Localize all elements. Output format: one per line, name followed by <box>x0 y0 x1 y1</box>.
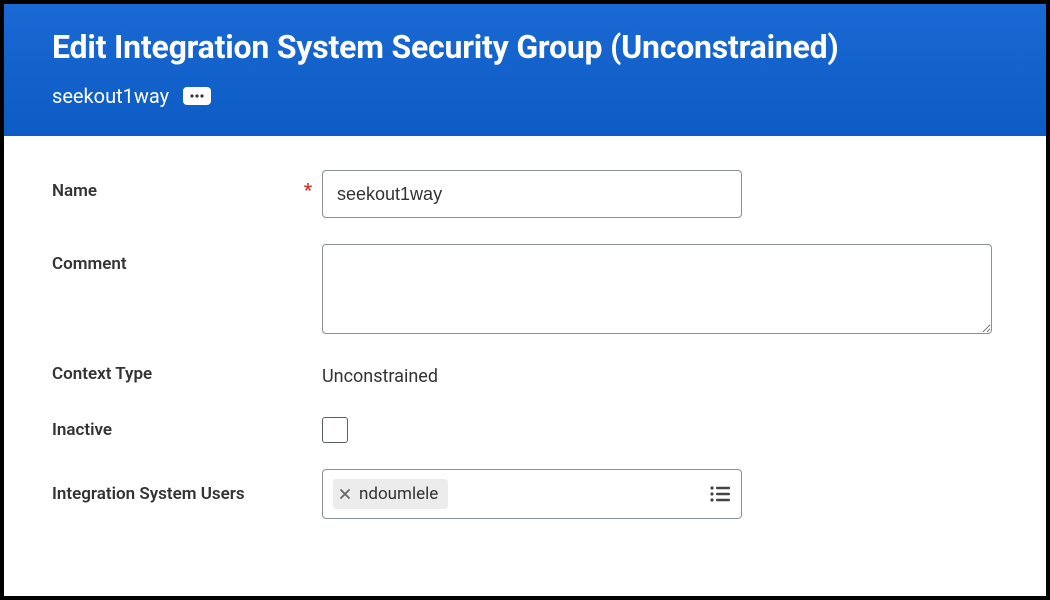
row-context-type: Context Type Unconstrained <box>52 364 998 387</box>
name-input[interactable] <box>322 170 742 218</box>
field-isu: ndoumlele <box>322 469 742 519</box>
page-header: Edit Integration System Security Group (… <box>4 4 1046 136</box>
isu-chip: ndoumlele <box>333 479 448 509</box>
context-type-label-text: Context Type <box>52 364 152 384</box>
chip-remove-button[interactable] <box>339 488 351 500</box>
row-name: Name * <box>52 170 998 218</box>
inactive-label-text: Inactive <box>52 420 112 440</box>
isu-multiselect[interactable]: ndoumlele <box>322 469 742 519</box>
field-inactive <box>322 417 348 443</box>
isu-chip-text: ndoumlele <box>359 484 438 504</box>
related-actions-button[interactable] <box>183 87 211 105</box>
prompt-list-button[interactable] <box>709 485 731 503</box>
list-icon <box>709 485 731 503</box>
label-isu: Integration System Users <box>52 484 322 504</box>
label-comment: Comment <box>52 244 322 274</box>
required-indicator-icon: * <box>304 180 312 201</box>
name-label-text: Name <box>52 181 97 201</box>
context-type-value: Unconstrained <box>322 364 438 387</box>
edit-security-group-window: Edit Integration System Security Group (… <box>4 4 1046 596</box>
isu-label-text: Integration System Users <box>52 484 245 504</box>
label-name: Name * <box>52 170 322 201</box>
inactive-checkbox[interactable] <box>322 417 348 443</box>
comment-label-text: Comment <box>52 254 127 274</box>
comment-textarea[interactable] <box>322 244 992 334</box>
row-comment: Comment <box>52 244 998 338</box>
field-comment <box>322 244 998 338</box>
field-name <box>322 170 742 218</box>
page-title: Edit Integration System Security Group (… <box>52 28 998 66</box>
more-dots-icon <box>189 92 205 100</box>
page-subtitle-row: seekout1way <box>52 84 998 108</box>
label-context-type: Context Type <box>52 364 322 384</box>
page-subtitle: seekout1way <box>52 84 169 108</box>
row-isu: Integration System Users ndoumlele <box>52 469 998 519</box>
field-context-type: Unconstrained <box>322 364 438 387</box>
form-body: Name * Comment Context Type Unconstraine… <box>4 136 1046 596</box>
close-icon <box>339 488 351 500</box>
label-inactive: Inactive <box>52 420 322 440</box>
row-inactive: Inactive <box>52 417 998 443</box>
